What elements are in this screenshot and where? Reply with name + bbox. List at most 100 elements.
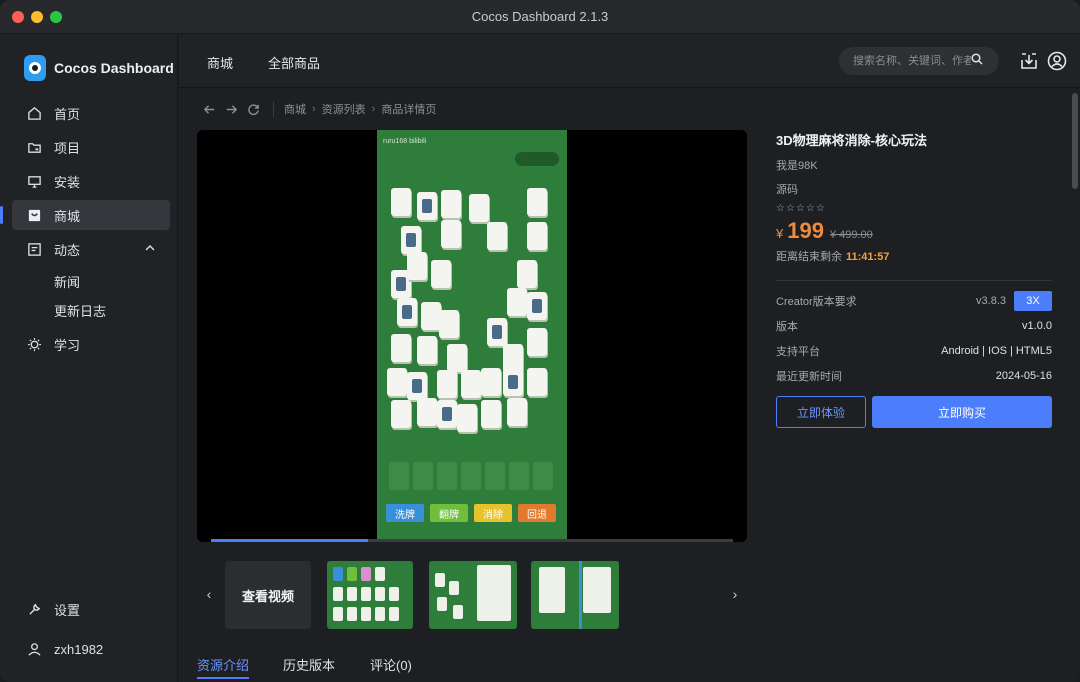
breadcrumb: 商城 › 资源列表 › 商品详情页 [201, 101, 436, 117]
sidebar-item-home[interactable]: 首页 [12, 98, 170, 128]
top-tab-all-products[interactable]: 全部商品 [268, 53, 320, 72]
top-bar: 商城 全部商品 [179, 34, 1080, 88]
current-price: 199 [787, 218, 824, 243]
tab-comments[interactable]: 评论(0) [370, 655, 412, 674]
back-arrow-icon[interactable] [201, 101, 217, 117]
buy-now-button[interactable]: 立即购买 [872, 396, 1052, 428]
search-icon[interactable] [971, 52, 983, 70]
app-logo: Cocos Dashboard [24, 54, 174, 82]
sidebar-item-projects[interactable]: 项目 [12, 132, 170, 162]
chevron-up-icon[interactable] [144, 242, 156, 257]
spec-value: v3.8.3 [976, 294, 1006, 307]
game-button-flip: 翻牌 [430, 504, 468, 522]
chevron-right-icon: › [312, 103, 316, 115]
search-input[interactable] [853, 55, 971, 67]
monitor-icon [26, 173, 42, 189]
app-window: Cocos Dashboard 2.1.3 Cocos Dashboard 首页… [0, 0, 1080, 682]
spec-list: Creator版本要求 v3.8.3 3X 版本 v1.0.0 支持平台 And… [776, 288, 1052, 388]
sidebar-item-news[interactable]: 动态 [12, 234, 170, 264]
product-type: 源码 [776, 184, 798, 196]
sidebar-nav: 首页 项目 安装 商城 动态 新闻 更新日志 学习 [0, 98, 170, 363]
logo-text: Cocos Dashboard [54, 60, 174, 76]
miniprogram-capsule [515, 152, 559, 166]
sidebar-item-store[interactable]: 商城 [0, 200, 170, 230]
tile-slot [389, 462, 409, 490]
mahjong-tile [391, 334, 411, 362]
video-player[interactable]: ruru168 bilibili 洗牌 翻牌 消除 回退 [197, 130, 747, 542]
account-icon[interactable] [1046, 50, 1068, 72]
spec-row-updated: 最近更新时间 2024-05-16 [776, 363, 1052, 388]
gallery-next-arrow-icon[interactable]: › [727, 586, 743, 602]
settings-section: 设置 [12, 594, 170, 628]
gallery-thumbnail[interactable] [429, 561, 517, 629]
currency-symbol: ¥ [776, 226, 784, 241]
product-author[interactable]: 我是98K [776, 157, 1052, 173]
refresh-icon[interactable] [245, 101, 261, 117]
breadcrumb-item-list[interactable]: 资源列表 [322, 101, 366, 117]
mahjong-tile [487, 222, 507, 250]
breadcrumb-item-detail: 商品详情页 [381, 104, 437, 116]
scrollbar[interactable] [1072, 93, 1078, 189]
mahjong-tile [527, 328, 547, 356]
try-now-button[interactable]: 立即体验 [776, 396, 866, 428]
product-info-panel: 3D物理麻将消除-核心玩法 我是98K 源码 ☆☆☆☆☆ ¥ 199 ¥ 499… [776, 130, 1052, 428]
watch-video-button[interactable]: 查看视频 [225, 561, 311, 629]
top-tab-store[interactable]: 商城 [207, 53, 233, 72]
mahjong-tile [447, 344, 467, 372]
sidebar-item-label: 商城 [54, 208, 81, 224]
home-icon [26, 105, 42, 121]
tile-slot [413, 462, 433, 490]
spec-key: 支持平台 [776, 345, 820, 358]
mahjong-tile [391, 400, 411, 428]
user-account[interactable]: zxh1982 [12, 634, 170, 664]
sidebar-item-learn[interactable]: 学习 [12, 329, 170, 359]
user-icon [26, 641, 42, 657]
gallery-prev-arrow-icon[interactable]: ‹ [201, 586, 217, 602]
title-bar: Cocos Dashboard 2.1.3 [0, 0, 1080, 34]
sidebar: Cocos Dashboard 首页 项目 安装 商城 动态 新闻 更新日志 学… [0, 34, 178, 682]
video-progress-bar[interactable] [211, 539, 733, 542]
tab-description[interactable]: 资源介绍 [197, 655, 250, 679]
sidebar-item-settings[interactable]: 设置 [12, 594, 170, 624]
sun-icon [26, 336, 42, 352]
mahjong-tile [387, 368, 407, 396]
spec-value: v1.0.0 [1022, 319, 1052, 332]
spec-value: 2024-05-16 [995, 369, 1052, 382]
sidebar-item-install[interactable]: 安装 [12, 166, 170, 196]
mahjong-tile [407, 252, 427, 280]
video-progress-fill [211, 539, 368, 542]
window-title: Cocos Dashboard 2.1.3 [471, 9, 609, 24]
download-icon[interactable] [1018, 50, 1040, 72]
forward-arrow-icon[interactable] [223, 101, 239, 117]
sidebar-subitem-changelog[interactable]: 更新日志 [12, 297, 170, 323]
action-buttons: 立即体验 立即购买 [776, 396, 1052, 428]
sidebar-item-label: 项目 [54, 140, 81, 156]
sidebar-item-label: 动态 [54, 242, 81, 258]
game-preview-image: ruru168 bilibili 洗牌 翻牌 消除 回退 [377, 130, 567, 542]
divider [273, 101, 274, 117]
mahjong-tile [503, 368, 523, 396]
gallery-thumbnail[interactable] [531, 561, 619, 629]
price-row: ¥ 199 ¥ 499.00 [776, 218, 1052, 244]
breadcrumb-item-store[interactable]: 商城 [284, 101, 306, 117]
folder-icon [26, 139, 42, 155]
chevron-right-icon: › [371, 103, 376, 115]
search-box[interactable] [839, 47, 999, 75]
game-button-shuffle: 洗牌 [386, 504, 424, 522]
sidebar-subitem-news[interactable]: 新闻 [12, 268, 170, 294]
countdown-time: 11:41:57 [846, 251, 890, 263]
rating-stars: ☆☆☆☆☆ [776, 203, 826, 214]
mahjong-tile [527, 222, 547, 250]
mahjong-tile [397, 298, 417, 326]
video-watermark: ruru168 bilibili [383, 138, 427, 145]
sidebar-item-label: 学习 [54, 337, 81, 353]
mahjong-tile [439, 310, 459, 338]
version-badge: 3X [1014, 290, 1052, 311]
mahjong-tile [481, 400, 501, 428]
gallery-thumbnail[interactable] [327, 561, 413, 629]
tab-history[interactable]: 历史版本 [283, 655, 335, 674]
tile-slot [461, 462, 481, 490]
mahjong-tile [421, 302, 441, 330]
mahjong-tile [401, 226, 421, 254]
divider [776, 280, 1052, 281]
